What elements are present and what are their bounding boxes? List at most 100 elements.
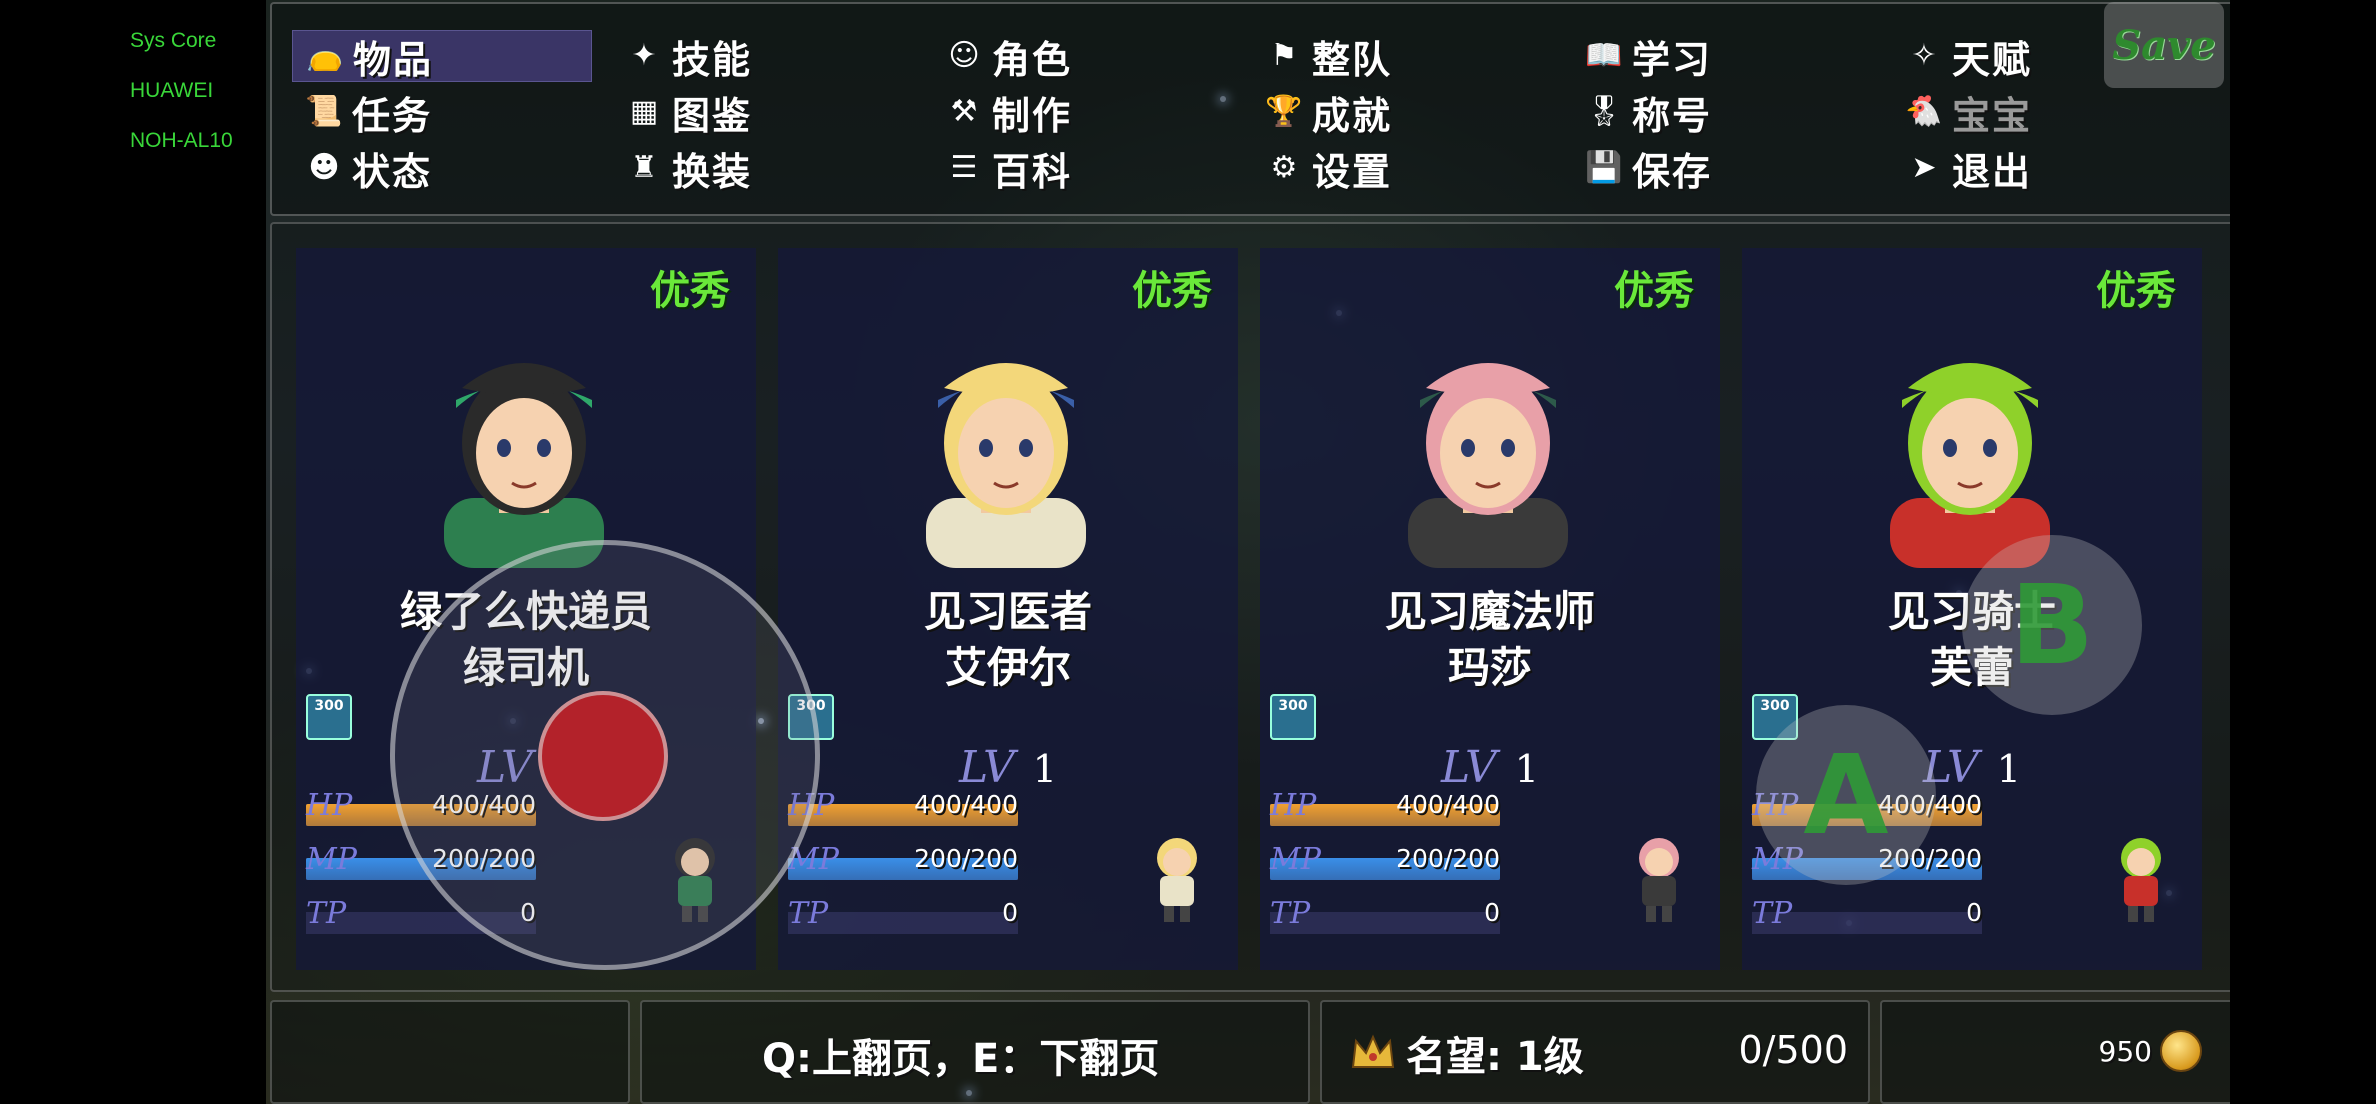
- menu-item-15[interactable]: ⚙ 设置: [1252, 142, 1552, 194]
- rank-label: 优秀: [1132, 268, 1212, 314]
- footer-cell-empty: [270, 1000, 630, 1104]
- menu-item-17[interactable]: ➤ 退出: [1892, 142, 2192, 194]
- tp-label: TP: [1270, 896, 1311, 931]
- tp-stat: TP 0: [788, 896, 1018, 936]
- tp-value: 0: [1966, 898, 1982, 927]
- menu-item-label: 技能: [672, 37, 753, 82]
- pet-icon: 🐔: [1905, 94, 1943, 129]
- character-sprite: [2121, 838, 2161, 922]
- menu-item-label: 设置: [1312, 149, 1393, 194]
- page-hint-cell: Q:上翻页，E：下翻页: [640, 1000, 1310, 1104]
- menu-item-label: 学习: [1632, 37, 1713, 82]
- trophy-icon: 🏆: [1265, 94, 1303, 129]
- hp-label: HP: [306, 788, 353, 823]
- footer-bar: Q:上翻页，E：下翻页 名望: 1级 0/500 950: [270, 1000, 2230, 1104]
- menu-item-0[interactable]: 👝 物品: [292, 30, 592, 82]
- menu-item-2[interactable]: ☺ 角色: [932, 30, 1232, 82]
- tp-label: TP: [306, 896, 347, 931]
- b-label: B: [2010, 561, 2094, 689]
- menu-item-1[interactable]: ✦ 技能: [612, 30, 912, 82]
- level-value: 1: [1996, 747, 2021, 791]
- character-portrait: [444, 363, 604, 568]
- rank-label: 优秀: [1614, 268, 1694, 314]
- bestiary-icon: ▦: [629, 94, 659, 129]
- outfit-icon: ♜: [630, 150, 658, 185]
- a-label: A: [1803, 731, 1889, 859]
- skill-points-badge: 300: [1270, 694, 1316, 740]
- menu-item-16[interactable]: 💾 保存: [1572, 142, 1872, 194]
- scroll-icon: 📜: [305, 94, 343, 129]
- gold-cell: 950: [1880, 1000, 2230, 1104]
- skill-icon: ✦: [631, 38, 657, 73]
- hp-stat: HP 400/400: [1270, 788, 1500, 828]
- system-info: Sys Core HUAWEI NOH-AL10: [130, 26, 260, 176]
- main-menu: 👝 物品 ✦ 技能 ☺ 角色 ⚑ 整队 📖 学习 ✧ 天赋 📜 任务 ▦ 图鉴 ⚒ 制作 🏆 成就 🎖 称号 🐔 宝宝 ☻ 状态 ♜…: [270, 2, 2230, 216]
- gear-icon: ⚙: [1270, 150, 1298, 185]
- menu-item-label: 任务: [352, 93, 433, 138]
- menu-item-4[interactable]: 📖 学习: [1572, 30, 1872, 82]
- book-icon: 📖: [1585, 38, 1623, 73]
- status-icon: ☻: [308, 150, 340, 185]
- floppy-icon: 💾: [1585, 150, 1623, 185]
- menu-item-label: 角色: [992, 37, 1073, 82]
- menu-item-label: 换装: [672, 149, 753, 194]
- menu-item-8[interactable]: ⚒ 制作: [932, 86, 1232, 138]
- class-name: 见习医者: [923, 587, 1092, 636]
- menu-item-label: 百科: [992, 149, 1073, 194]
- tp-stat: TP 0: [1270, 896, 1500, 936]
- level-value: 1: [1514, 747, 1539, 791]
- bag-icon: 👝: [306, 38, 344, 73]
- menu-item-label: 制作: [992, 93, 1073, 138]
- menu-item-label: 保存: [1632, 149, 1713, 194]
- tp-value: 0: [1484, 898, 1500, 927]
- party-member-card[interactable]: 优秀 见习医者 艾伊尔 300 LV 1 HP 400/400 MP 200/200 TP 0: [778, 248, 1238, 970]
- tp-stat: TP 0: [1752, 896, 1982, 936]
- level: LV 1: [778, 742, 1238, 793]
- menu-item-11[interactable]: 🐔 宝宝: [1892, 86, 2192, 138]
- flag-icon: ⚑: [1270, 38, 1298, 73]
- rank-label: 优秀: [650, 268, 730, 314]
- gold-amount: 950: [2098, 1034, 2152, 1068]
- menu-item-13[interactable]: ♜ 换装: [612, 142, 912, 194]
- level-value: 1: [1032, 747, 1057, 791]
- system-info-line: NOH-AL10: [130, 129, 233, 152]
- level-label: LV: [959, 742, 1015, 793]
- talent-icon: ✧: [1911, 38, 1937, 73]
- menu-item-7[interactable]: ▦ 图鉴: [612, 86, 912, 138]
- masks-icon: ☺: [948, 38, 980, 73]
- character-portrait: [926, 363, 1086, 568]
- character-portrait: [1408, 363, 1568, 568]
- menu-item-6[interactable]: 📜 任务: [292, 86, 592, 138]
- menu-item-12[interactable]: ☻ 状态: [292, 142, 592, 194]
- character-sprite: [1157, 838, 1197, 922]
- page-hint: Q:上翻页，E：下翻页: [762, 1036, 1160, 1082]
- hp-value: 400/400: [1396, 790, 1500, 819]
- menu-item-label: 称号: [1632, 93, 1713, 138]
- system-info-line: HUAWEI: [130, 79, 214, 102]
- mp-value: 200/200: [914, 844, 1018, 873]
- character-name: 玛莎: [1447, 643, 1532, 692]
- mp-label: MP: [1270, 842, 1321, 877]
- joystick-knob[interactable]: [538, 691, 668, 821]
- a-button[interactable]: A: [1756, 705, 1936, 885]
- menu-item-label: 退出: [1952, 149, 2033, 194]
- system-info-line: Sys Core: [130, 29, 217, 52]
- quick-save-button[interactable]: Save: [2104, 2, 2224, 88]
- coin-icon: [2160, 1030, 2202, 1072]
- party-member-card[interactable]: 优秀 见习魔法师 玛莎 300 LV 1 HP 400/400 MP 200/200 TP 0: [1260, 248, 1720, 970]
- menu-item-10[interactable]: 🎖 称号: [1572, 86, 1872, 138]
- menu-item-3[interactable]: ⚑ 整队: [1252, 30, 1552, 82]
- menu-item-9[interactable]: 🏆 成就: [1252, 86, 1552, 138]
- hp-label: HP: [1270, 788, 1317, 823]
- b-button[interactable]: B: [1962, 535, 2142, 715]
- menu-item-14[interactable]: ☰ 百科: [932, 142, 1232, 194]
- tp-label: TP: [788, 896, 829, 931]
- menu-item-label: 物品: [353, 37, 434, 82]
- menu-item-label: 状态: [352, 149, 433, 194]
- menu-item-label: 宝宝: [1952, 93, 2033, 138]
- character-sprite: [1639, 838, 1679, 922]
- level-label: LV: [1441, 742, 1497, 793]
- encyclopedia-icon: ☰: [950, 150, 978, 185]
- reputation-progress: 0/500: [1738, 1028, 1848, 1072]
- skill-points-badge: 300: [306, 694, 352, 740]
